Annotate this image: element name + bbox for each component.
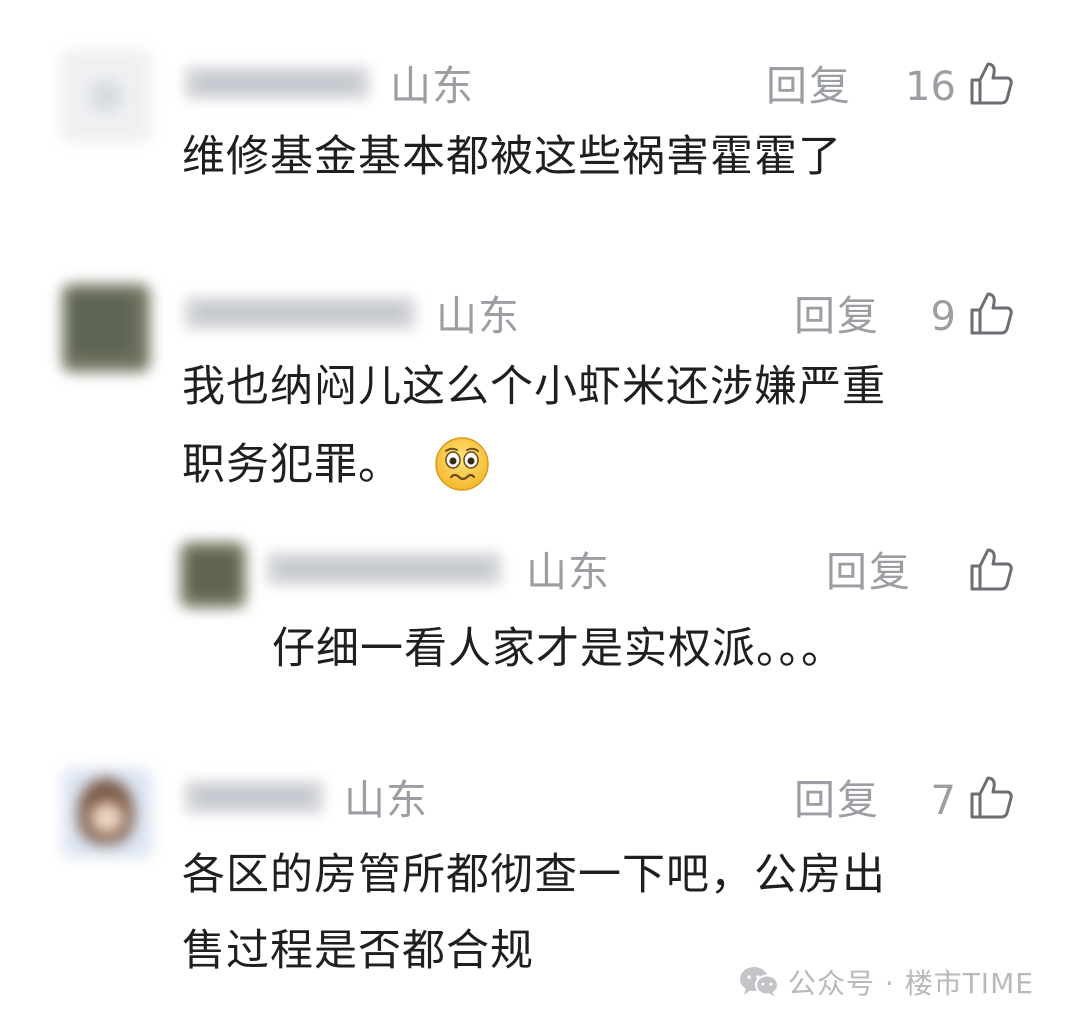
like-count: 9	[930, 294, 956, 340]
thumbs-up-icon[interactable]	[966, 544, 1016, 594]
comment-text: 仔细一看人家才是实权派。。。	[272, 624, 845, 674]
username-blurred[interactable]	[184, 296, 416, 330]
username-blurred[interactable]	[184, 780, 324, 814]
comment-region: 山东	[436, 292, 520, 340]
reply-button[interactable]: 回复	[826, 552, 912, 593]
thumbs-up-icon[interactable]	[966, 58, 1016, 108]
watermark-text: 公众号 · 楼市TIME	[788, 967, 1034, 1000]
like-count: 16	[905, 64, 956, 110]
thumbs-up-icon[interactable]	[966, 288, 1016, 338]
reply-button[interactable]: 回复	[766, 66, 852, 107]
comment-text-line-2: 职务犯罪。	[182, 440, 402, 490]
comment-region: 山东	[390, 62, 474, 110]
comment-region: 山东	[344, 776, 428, 824]
comment-text-line-1: 我也纳闷儿这么个小虾米还涉嫌严重	[182, 362, 886, 412]
thumbs-up-icon[interactable]	[966, 772, 1016, 822]
avatar[interactable]	[180, 542, 246, 608]
wechat-icon	[740, 967, 779, 997]
username-blurred[interactable]	[184, 66, 370, 100]
worried-face-emoji	[435, 437, 489, 491]
comment-text-line-2: 售过程是否都合规	[182, 926, 534, 976]
username-blurred[interactable]	[266, 552, 502, 586]
reply-button[interactable]: 回复	[794, 296, 880, 337]
reply-button[interactable]: 回复	[794, 780, 880, 821]
avatar[interactable]	[62, 768, 152, 858]
comment-text: 维修基金基本都被这些祸害霍霍了	[182, 132, 842, 182]
avatar[interactable]	[62, 284, 150, 372]
comment-region: 山东	[526, 548, 610, 596]
avatar[interactable]	[60, 50, 152, 142]
like-count: 7	[930, 778, 956, 824]
watermark: 公众号 · 楼市TIME	[738, 960, 1034, 1004]
comment-text-line-1: 各区的房管所都彻查一下吧，公房出	[182, 850, 886, 900]
